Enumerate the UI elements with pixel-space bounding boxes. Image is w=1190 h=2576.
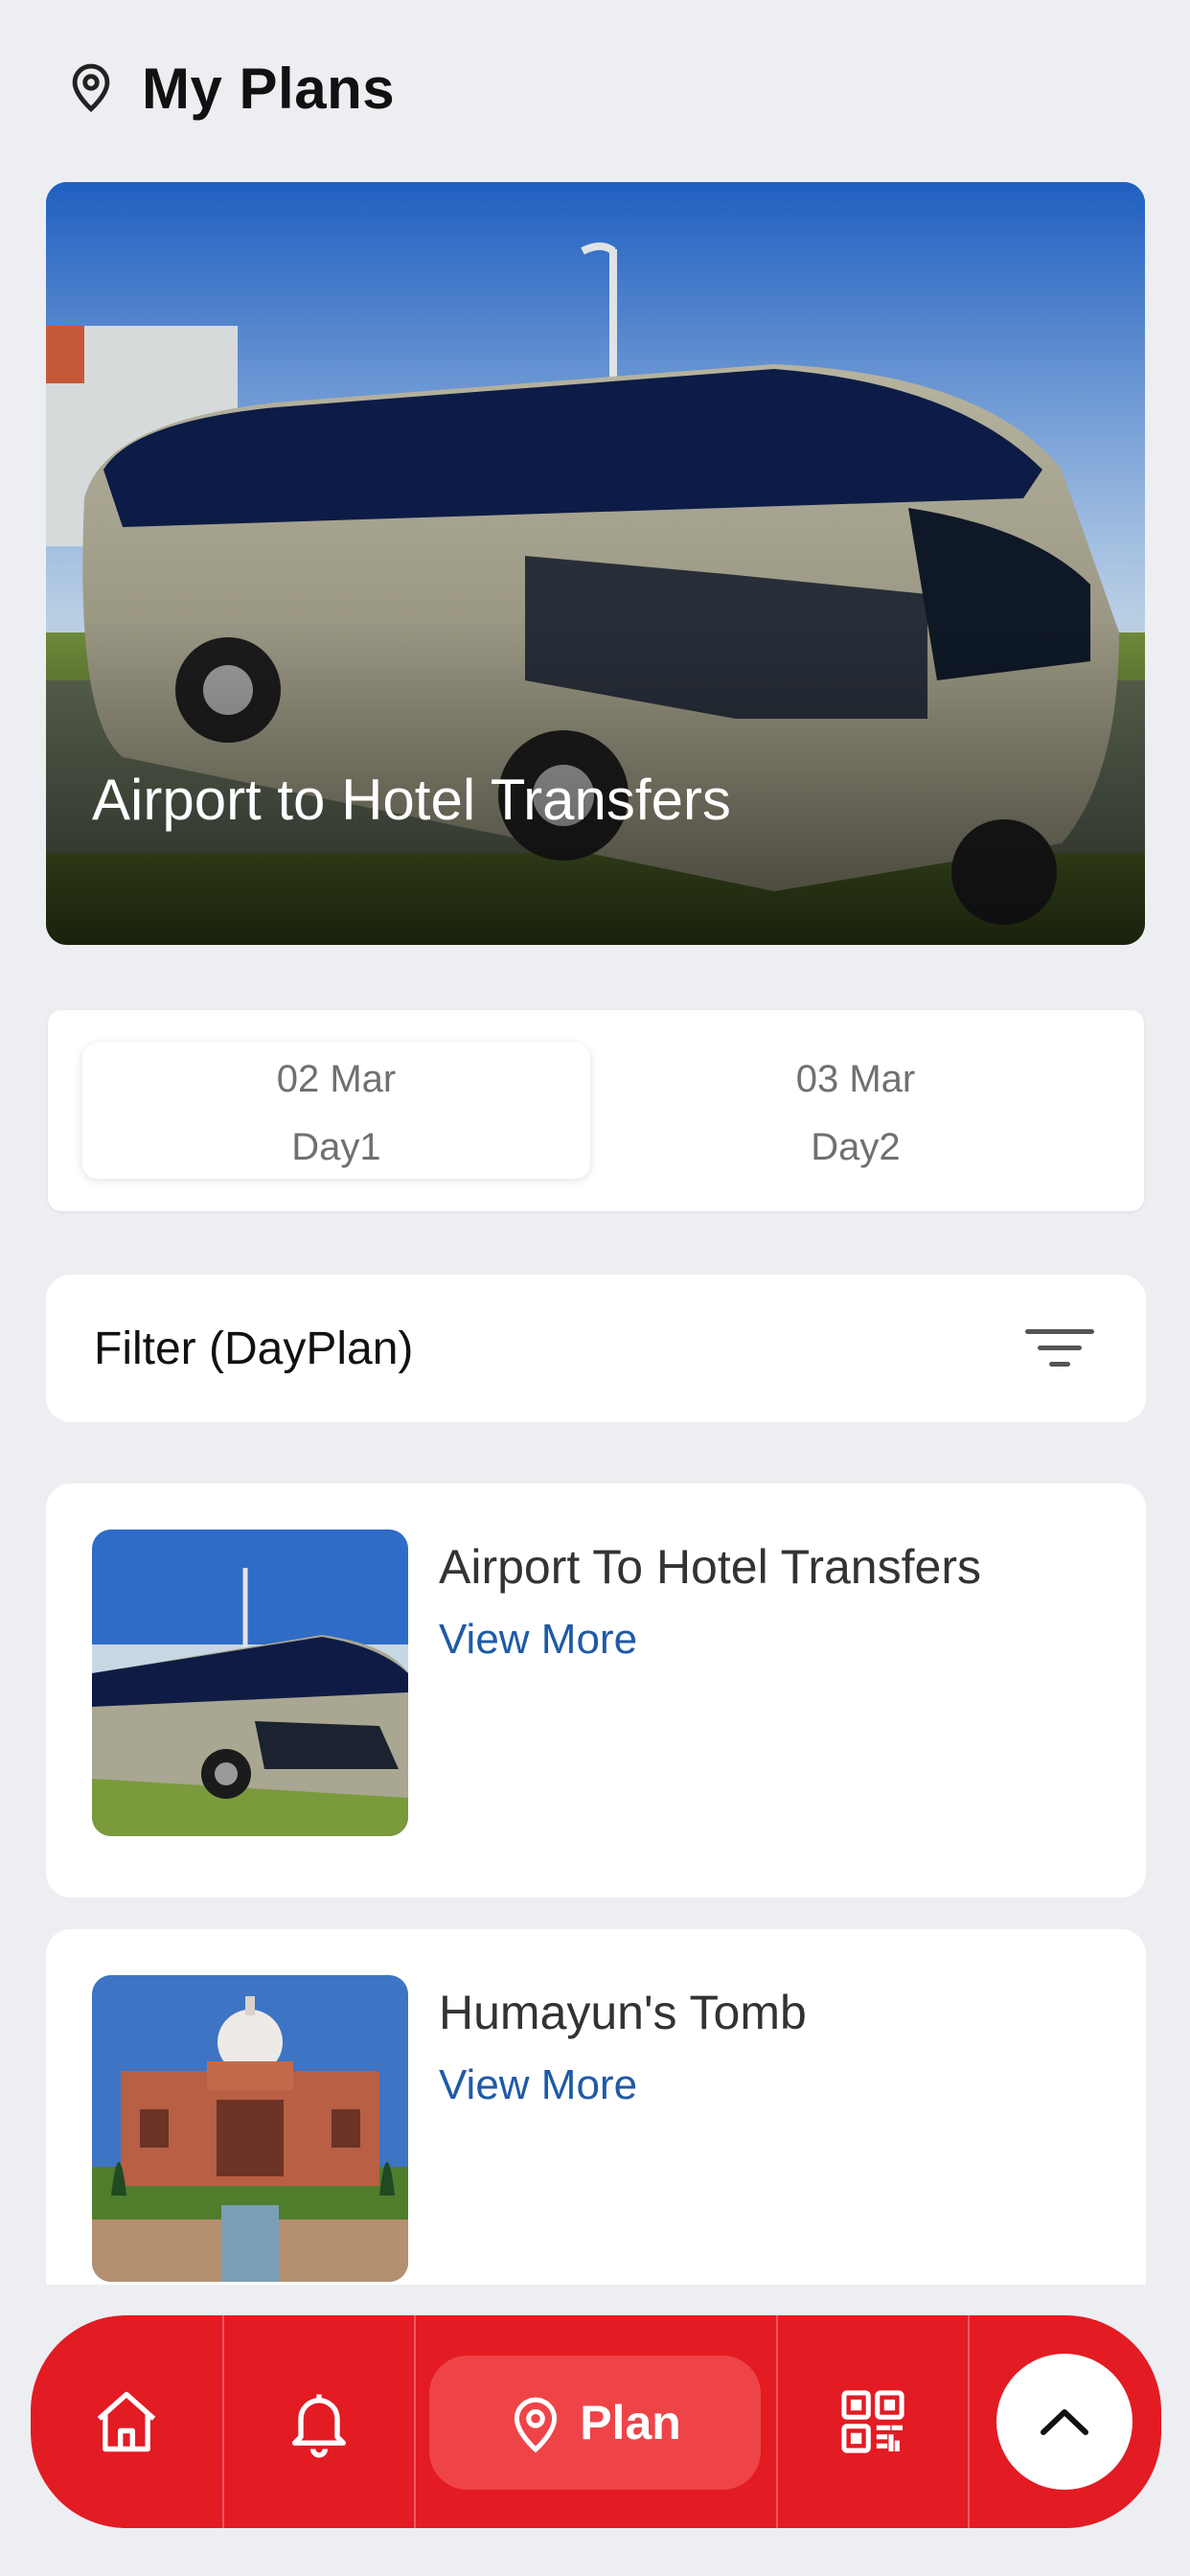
bus-image — [92, 1530, 408, 1836]
page-header: My Plans — [63, 50, 395, 126]
home-icon — [97, 2391, 156, 2452]
nav-plan-button[interactable]: Plan — [429, 2356, 761, 2490]
location-pin-icon — [72, 63, 110, 112]
filter-label: Filter (DayPlan) — [94, 1322, 414, 1374]
page-title: My Plans — [142, 56, 396, 121]
nav-plan-label: Plan — [580, 2396, 681, 2450]
qr-code-icon — [841, 2390, 904, 2453]
nav-home-button[interactable] — [31, 2315, 222, 2528]
day-label: Day1 — [291, 1126, 381, 1168]
day-date: 03 Mar — [795, 1058, 916, 1100]
plan-thumbnail — [92, 1975, 408, 2282]
location-pin-icon — [515, 2397, 558, 2453]
scroll-up-button[interactable] — [996, 2354, 1133, 2490]
day-selector: 02 Mar Day1 03 Mar Day2 — [48, 1010, 1144, 1211]
filter-bar[interactable]: Filter (DayPlan) — [46, 1275, 1146, 1422]
plan-title: Airport To Hotel Transfers — [439, 1540, 981, 1594]
nav-notifications-button[interactable] — [224, 2315, 414, 2528]
day-label: Day2 — [811, 1126, 901, 1168]
plan-list: Airport To Hotel Transfers View More Hum… — [0, 1476, 1190, 2285]
tomb-image — [92, 1975, 408, 2282]
chevron-up-icon — [1041, 2409, 1088, 2435]
filter-icon[interactable] — [1025, 1325, 1094, 1371]
day-date: 02 Mar — [276, 1058, 397, 1100]
plan-card[interactable]: Airport To Hotel Transfers View More — [46, 1484, 1146, 1898]
bell-icon — [291, 2394, 347, 2458]
plan-card[interactable]: Humayun's Tomb View More — [46, 1929, 1146, 2285]
bottom-nav: Plan — [31, 2315, 1161, 2528]
day-tab-2[interactable]: 03 Mar Day2 — [602, 1043, 1110, 1179]
plan-title: Humayun's Tomb — [439, 1986, 807, 2039]
view-more-link[interactable]: View More — [439, 2061, 637, 2109]
plan-thumbnail — [92, 1530, 408, 1836]
nav-qr-button[interactable] — [778, 2315, 968, 2528]
day-tab-1[interactable]: 02 Mar Day1 — [82, 1043, 590, 1179]
view-more-link[interactable]: View More — [439, 1616, 637, 1664]
hero-title: Airport to Hotel Transfers — [92, 768, 731, 832]
